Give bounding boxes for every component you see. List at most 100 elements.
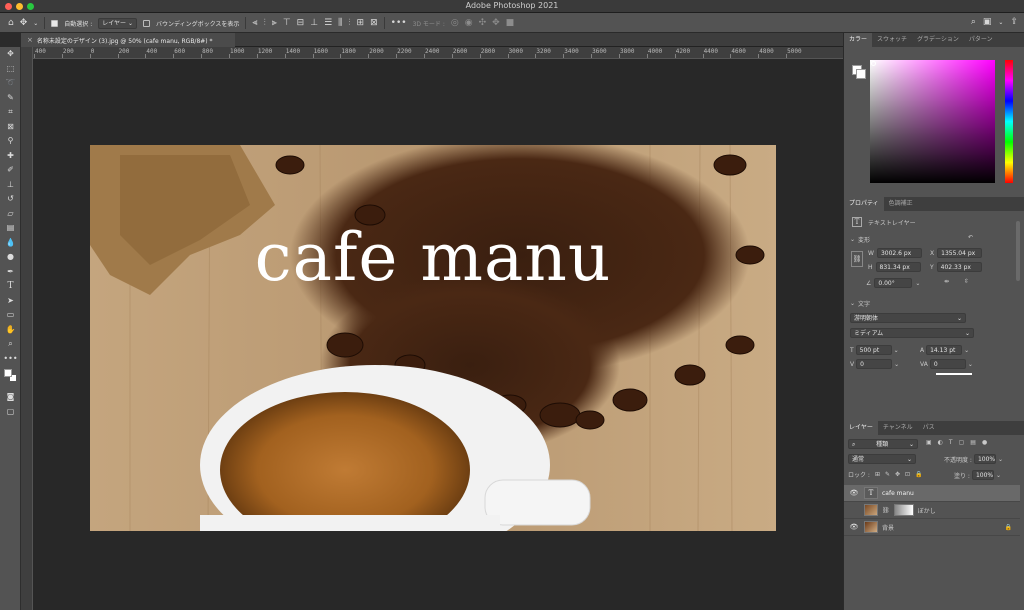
tab-color[interactable]: カラー — [844, 33, 873, 47]
layer-row-blur[interactable]: ⛓ ぼかし — [844, 502, 1020, 519]
tab-layers[interactable]: レイヤー — [844, 421, 878, 435]
distribute-vertical-icon[interactable]: ⫼ — [338, 18, 342, 28]
3d-roll-icon[interactable]: ◉ — [465, 18, 473, 28]
filter-pixel-icon[interactable]: ▣ — [926, 439, 932, 446]
healing-brush-tool-icon[interactable]: ✚ — [0, 149, 21, 164]
align-top-icon[interactable]: ⊤ — [283, 18, 291, 28]
chevron-down-icon[interactable]: ⌄ — [968, 361, 973, 368]
angle-field[interactable]: 0.00° — [874, 278, 913, 288]
distribute-horizontal-icon[interactable]: ⫶ — [348, 18, 350, 28]
shape-tool-icon[interactable]: ▭ — [0, 308, 21, 323]
blend-mode-dropdown[interactable]: 通常 ⌄ — [848, 454, 916, 464]
workspace-chevron-icon[interactable]: ⌄ — [998, 19, 1003, 26]
lock-artboard-icon[interactable]: ⊡ — [905, 471, 910, 478]
font-size-field[interactable]: 500 pt — [855, 345, 892, 355]
3d-orbit-icon[interactable]: ◎ — [451, 18, 459, 28]
lock-position-icon[interactable]: ✥ — [895, 471, 900, 478]
brush-tool-icon[interactable]: ✐ — [0, 163, 21, 178]
angle-chevron-icon[interactable]: ⌄ — [915, 280, 920, 287]
x-field[interactable]: 1355.04 px — [937, 248, 983, 258]
opacity-field[interactable]: 100% — [973, 454, 996, 464]
expand-chevron-icon[interactable]: ⌄ — [850, 236, 855, 243]
crop-tool-icon[interactable]: ⌗ — [0, 105, 21, 120]
tab-paths[interactable]: パス — [918, 421, 940, 435]
path-selection-tool-icon[interactable]: ➤ — [0, 294, 21, 309]
tab-adjustments[interactable]: 色調補正 — [884, 197, 918, 211]
lock-all-icon[interactable]: 🔒 — [915, 471, 922, 478]
font-family-dropdown[interactable]: 游明朝体 ⌄ — [850, 313, 966, 323]
lock-pixels-icon[interactable]: ✎ — [885, 471, 890, 478]
vertical-ruler[interactable] — [21, 47, 33, 610]
history-brush-tool-icon[interactable]: ↺ — [0, 192, 21, 207]
flip-vertical-icon[interactable]: ⇳ — [964, 278, 969, 285]
filter-toggle-icon[interactable]: ● — [982, 439, 987, 446]
document-tab[interactable]: × 名称未設定のデザイン (3).jpg @ 50% (cafe manu, R… — [21, 33, 235, 47]
chevron-down-icon[interactable]: ⌄ — [33, 20, 38, 27]
pen-tool-icon[interactable]: ✒ — [0, 265, 21, 280]
layer-row-background[interactable]: 👁 背景 🔒 — [844, 519, 1020, 536]
align-bottom-icon[interactable]: ⊥ — [310, 18, 318, 28]
3d-pan-icon[interactable]: ✣ — [479, 18, 487, 28]
edit-toolbar-icon[interactable]: ••• — [0, 352, 21, 367]
hue-slider[interactable] — [1005, 60, 1013, 183]
visibility-eye-icon[interactable]: 👁 — [848, 523, 860, 531]
quick-mask-icon[interactable]: ◙ — [0, 390, 21, 405]
eyedropper-tool-icon[interactable]: ⚲ — [0, 134, 21, 149]
home-icon[interactable]: ⌂ — [8, 18, 14, 28]
3d-video-icon[interactable]: ■ — [506, 18, 515, 28]
frame-tool-icon[interactable]: ⊠ — [0, 120, 21, 135]
move-tool-icon[interactable]: ✥ — [0, 47, 21, 62]
auto-select-checkbox[interactable] — [51, 19, 59, 27]
width-field[interactable]: 3002.6 px — [876, 248, 922, 258]
link-dimensions-icon[interactable]: ⛓ — [851, 251, 863, 267]
filter-smart-object-icon[interactable]: ▤ — [970, 439, 976, 446]
share-icon[interactable]: ⇪ — [1010, 17, 1018, 27]
document-canvas[interactable]: cafe manu — [90, 145, 776, 531]
distribute-spacing-icon[interactable]: ⊠ — [370, 18, 378, 28]
expand-chevron-icon[interactable]: ⌄ — [850, 300, 855, 307]
bounding-box-checkbox[interactable] — [143, 19, 150, 27]
kerning-field[interactable]: 0 — [856, 359, 893, 369]
lasso-tool-icon[interactable]: ➰ — [0, 76, 21, 91]
type-tool-icon[interactable]: T — [0, 279, 21, 294]
color-picker-field[interactable] — [870, 60, 995, 183]
layer-mask-thumbnail[interactable] — [893, 504, 914, 516]
zoom-tool-icon[interactable]: ⌕ — [0, 337, 21, 352]
quick-select-tool-icon[interactable]: ✎ — [0, 91, 21, 106]
align-center-icon[interactable]: ⫶ — [263, 18, 265, 28]
y-field[interactable]: 402.33 px — [936, 262, 982, 272]
font-style-dropdown[interactable]: ミディアム ⌄ — [850, 328, 974, 338]
flip-horizontal-icon[interactable]: ⇹ — [944, 278, 949, 285]
dodge-tool-icon[interactable]: ● — [0, 250, 21, 265]
background-color-chip[interactable] — [856, 69, 866, 79]
chevron-down-icon[interactable]: ⌄ — [964, 347, 969, 354]
filter-adjustment-icon[interactable]: ◐ — [938, 439, 943, 446]
layer-filter-dropdown[interactable]: ⌕ 種類 ⌄ — [848, 439, 918, 449]
chevron-down-icon[interactable]: ⌄ — [998, 456, 1003, 463]
move-tool-icon[interactable]: ✥ — [20, 18, 28, 28]
visibility-eye-icon[interactable]: 👁 — [848, 489, 860, 497]
distribute-icon[interactable]: ☰ — [324, 18, 332, 28]
reset-transform-icon[interactable]: ↶ — [968, 234, 973, 241]
height-field[interactable]: 831.34 px — [875, 262, 921, 272]
fill-field[interactable]: 100% — [971, 470, 994, 480]
align-left-icon[interactable]: ⫷ — [252, 18, 257, 28]
auto-select-dropdown[interactable]: レイヤー ⌄ — [98, 17, 137, 29]
leading-field[interactable]: 14.13 pt — [926, 345, 963, 355]
color-picker-cursor[interactable] — [871, 61, 876, 66]
tab-patterns[interactable]: パターン — [964, 33, 998, 47]
search-icon[interactable]: ⌕ — [971, 17, 976, 27]
foreground-color-swatch[interactable] — [4, 369, 12, 377]
marquee-tool-icon[interactable]: ⬚ — [0, 62, 21, 77]
filter-shape-icon[interactable]: ▢ — [959, 439, 965, 446]
blur-tool-icon[interactable]: 💧 — [0, 236, 21, 251]
mask-link-icon[interactable]: ⛓ — [882, 507, 890, 514]
chevron-down-icon[interactable]: ⌄ — [996, 472, 1001, 479]
workspace-icon[interactable]: ▣ — [983, 17, 992, 27]
tab-swatches[interactable]: スウォッチ — [872, 33, 912, 47]
hand-tool-icon[interactable]: ✋ — [0, 323, 21, 338]
align-edges-icon[interactable]: ⊞ — [357, 18, 365, 28]
text-color-swatch[interactable] — [936, 373, 972, 375]
screen-mode-icon[interactable]: ▢ — [0, 405, 21, 420]
chevron-down-icon[interactable]: ⌄ — [894, 347, 899, 354]
